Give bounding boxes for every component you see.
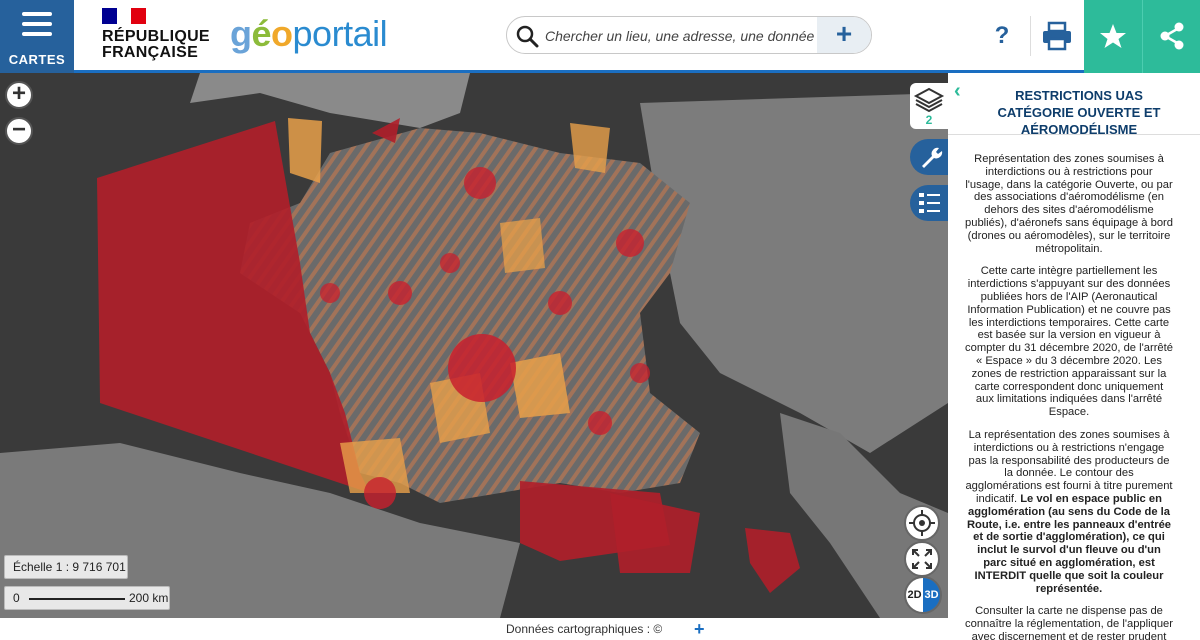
layers-count: 2 [925,113,933,127]
hamburger-icon [22,12,52,42]
view-mode-toggle[interactable]: 2D 3D [904,576,942,614]
zone-red-center [448,334,516,402]
zone-red-blob-5 [364,477,396,509]
logo-part-1: g [230,13,252,54]
zoom-out-button[interactable]: − [5,117,33,145]
chevron-left-icon[interactable]: ‹ [954,81,968,101]
crosshair-icon [909,510,935,536]
app-header: CARTES RÉPUBLIQUE FRANÇAISE géoportail +… [0,0,1200,73]
logo-part-4: portail [292,13,388,54]
map-canvas[interactable] [0,73,948,618]
zone-red-blob-3 [388,281,412,305]
legend-list-icon [919,193,940,213]
map-credits: Données cartographiques : © [506,622,663,636]
maps-menu-label: CARTES [8,52,66,67]
zone-orange-1 [510,353,570,418]
search-icon[interactable] [515,24,539,48]
french-flag-icon [102,8,147,24]
print-icon[interactable] [1040,20,1074,52]
description-paragraph-3-warning: Le vol en espace public en agglomération… [966,492,1172,595]
tools-button[interactable] [910,139,948,175]
zone-red-blob-4 [548,291,572,315]
fullscreen-button[interactable] [904,541,940,577]
zone-red-blob-9 [630,363,650,383]
zone-red-blob-6 [588,411,612,435]
geoportail-logo[interactable]: géoportail [230,13,388,54]
star-icon [1100,24,1126,48]
rf-logo-text: RÉPUBLIQUE FRANÇAISE [102,29,212,61]
rf-line-2: FRANÇAISE [102,44,199,61]
legend-button[interactable] [910,185,948,221]
panel-title: RESTRICTIONS UAS CATÉGORIE OUVERTE ET AÉ… [997,88,1161,137]
search-input[interactable] [545,23,815,49]
logo-part-2: é [251,13,272,54]
maps-menu-button[interactable]: CARTES [0,0,74,73]
help-button[interactable]: ? [980,18,1024,54]
description-paragraph-2: Cette carte intègre partiellement les in… [965,265,1173,419]
description-paragraph-3: La représentation des zones soumises à i… [965,429,1173,595]
panel-header: ‹ RESTRICTIONS UAS CATÉGORIE OUVERTE ET … [948,73,1200,137]
scale-distance: 200 km [129,591,169,605]
zone-red-blob-2 [616,229,644,257]
mode-3d-button[interactable]: 3D [923,578,940,612]
fullscreen-icon [912,549,932,569]
description-paragraph-1: Représentation des zones soumises à inte… [965,153,1174,255]
panel-description: Représentation des zones soumises à inte… [965,153,1173,640]
logo-part-3: o [271,13,293,54]
share-icon [1160,22,1184,50]
map-footer: Données cartographiques : © + [0,618,948,640]
search-box: + [506,16,872,54]
advanced-search-button[interactable]: + [817,17,871,53]
zone-red-blob-8 [320,283,340,303]
description-paragraph-4: Consulter la carte ne dispense pas de co… [965,605,1173,640]
scale-line [29,598,125,600]
layer-info-panel: ‹ RESTRICTIONS UAS CATÉGORIE OUVERTE ET … [948,73,1200,640]
favorites-button[interactable] [1084,0,1142,73]
zoom-in-button[interactable]: + [5,81,33,109]
mode-2d-button[interactable]: 2D [906,578,923,612]
scale-bar: 0 200 km [4,586,170,610]
scale-ratio: Échelle 1 : 9 716 701 [4,555,128,579]
share-button[interactable] [1142,0,1200,73]
zone-red-blob-7 [440,253,460,273]
credits-more-button[interactable]: + [694,618,705,640]
zone-orange-3 [570,123,610,173]
header-divider [1030,16,1031,56]
geolocate-button[interactable] [904,505,940,541]
republique-francaise-logo: RÉPUBLIQUE FRANÇAISE [102,8,212,64]
map-view[interactable]: + − 2 2D 3D Échelle 1: 9 716 701 0 200 … [0,73,948,618]
scale-zero: 0 [13,591,20,605]
rf-line-1: RÉPUBLIQUE [102,28,210,45]
zone-orange-5 [500,218,545,273]
zone-red-blob-1 [464,167,496,199]
layers-button[interactable]: 2 [910,83,948,129]
zone-orange-north [288,118,322,183]
wrench-icon [922,147,943,168]
layers-icon [913,87,945,113]
